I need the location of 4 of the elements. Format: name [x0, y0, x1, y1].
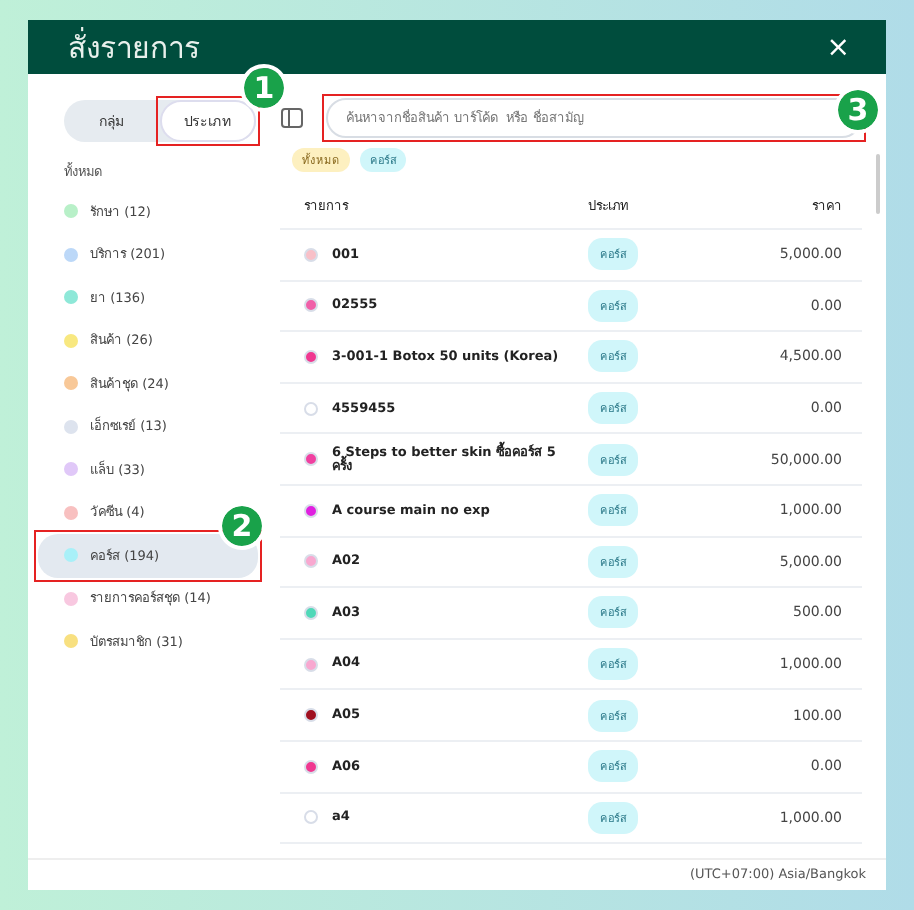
- window-title: สั่งรายการ: [68, 25, 200, 69]
- callout-tooltip: 1: [244, 68, 284, 108]
- callout-tooltip: 2: [222, 506, 262, 546]
- callout-tooltip: 3: [838, 90, 878, 130]
